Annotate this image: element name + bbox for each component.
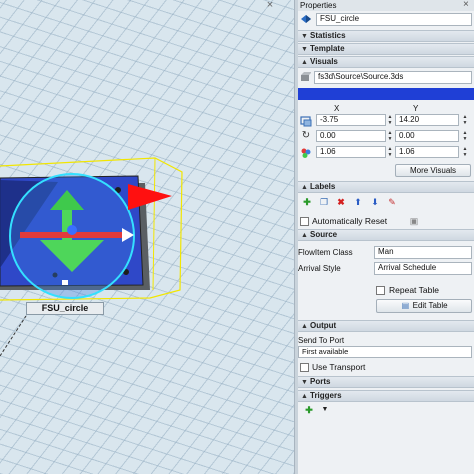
add-label-icon[interactable]: ✚ bbox=[302, 197, 312, 207]
auto-reset-label: Automatically Reset bbox=[312, 216, 388, 226]
size-icon bbox=[300, 147, 312, 159]
table-icon: ▤ bbox=[401, 301, 410, 310]
repeat-table-checkbox[interactable] bbox=[376, 286, 385, 295]
collapse-icon: ▲ bbox=[301, 184, 308, 191]
rotation-y-field[interactable]: 0.00 bbox=[395, 130, 459, 142]
column-x-header: X bbox=[334, 104, 340, 113]
collapse-icon: ▲ bbox=[301, 393, 308, 400]
close-icon[interactable]: × bbox=[463, 0, 469, 10]
section-statistics-header[interactable]: ▼ Statistics bbox=[298, 30, 474, 42]
object-icon bbox=[300, 14, 312, 24]
section-template-header[interactable]: ▼ Template bbox=[298, 43, 474, 55]
repeat-table-label: Repeat Table bbox=[389, 285, 439, 295]
use-transport-checkbox[interactable] bbox=[300, 363, 309, 372]
rotation-x-spinner[interactable]: ▲ ▼ bbox=[387, 130, 393, 142]
color-bar[interactable] bbox=[298, 88, 474, 100]
3d-viewport[interactable]: × FSU_circle bbox=[0, 0, 294, 474]
size-x-spinner[interactable]: ▲ ▼ bbox=[387, 146, 393, 158]
section-statistics-label: Statistics bbox=[310, 31, 346, 40]
object-label: FSU_circle bbox=[26, 302, 104, 315]
arrival-style-label: Arrival Style bbox=[298, 264, 341, 273]
port-marker bbox=[62, 280, 68, 285]
section-visuals-label: Visuals bbox=[310, 57, 338, 66]
size-y-field[interactable]: 1.06 bbox=[395, 146, 459, 158]
viewport-scene[interactable] bbox=[0, 0, 294, 474]
flowitem-class-label: FlowItem Class bbox=[298, 248, 353, 257]
use-transport-label: Use Transport bbox=[312, 362, 366, 372]
expand-icon: ▼ bbox=[301, 46, 308, 53]
position-y-field[interactable]: 14.20 bbox=[395, 114, 459, 126]
collapse-icon: ▲ bbox=[301, 232, 308, 239]
collapse-icon: ▲ bbox=[301, 323, 308, 330]
size-y-spinner[interactable]: ▲ ▼ bbox=[462, 146, 468, 158]
section-output-header[interactable]: ▲ Output bbox=[298, 320, 474, 332]
send-to-port-field[interactable]: First available bbox=[298, 346, 472, 358]
section-template-label: Template bbox=[310, 44, 345, 53]
arrival-style-select[interactable]: Arrival Schedule bbox=[374, 262, 472, 275]
rotation-x-field[interactable]: 0.00 bbox=[316, 130, 386, 142]
section-visuals-header[interactable]: ▲ Visuals bbox=[298, 56, 474, 68]
auto-reset-checkbox[interactable] bbox=[300, 217, 309, 226]
selection-box-edge bbox=[152, 157, 156, 291]
section-labels-label: Labels bbox=[310, 182, 336, 191]
edit-table-button[interactable]: ▤ Edit Table bbox=[376, 299, 472, 313]
section-ports-label: Ports bbox=[310, 377, 331, 386]
shape-path-field[interactable]: fs3d\Source\Source.3ds bbox=[314, 71, 472, 84]
add-trigger-icon[interactable]: ✚ bbox=[304, 405, 314, 415]
send-to-port-label: Send To Port bbox=[298, 336, 345, 345]
column-y-header: Y bbox=[413, 104, 419, 113]
rotation-icon: ↻ bbox=[301, 130, 311, 141]
pin-icon[interactable]: ✎ bbox=[387, 197, 397, 207]
save-icon[interactable]: ▣ bbox=[408, 216, 420, 226]
copy-label-icon[interactable]: ❐ bbox=[319, 197, 329, 207]
section-source-label: Source bbox=[310, 230, 338, 239]
panel-title: Properties bbox=[300, 1, 337, 10]
expand-icon: ▼ bbox=[301, 33, 308, 40]
connector-line bbox=[0, 315, 27, 357]
shape-icon bbox=[300, 72, 312, 82]
delete-label-icon[interactable]: ✖ bbox=[336, 197, 346, 207]
position-icon bbox=[300, 115, 312, 127]
position-y-spinner[interactable]: ▲ ▼ bbox=[462, 114, 468, 126]
rotation-y-spinner[interactable]: ▲ ▼ bbox=[462, 130, 468, 142]
properties-panel: Properties × FSU_circle ▼ Statistics ▼ Tem… bbox=[298, 0, 474, 474]
section-labels-header[interactable]: ▲ Labels bbox=[298, 181, 474, 193]
collapse-icon: ▲ bbox=[301, 59, 308, 66]
edit-table-label: Edit Table bbox=[412, 301, 448, 310]
chevron-down-icon[interactable]: ▼ bbox=[320, 405, 330, 415]
section-triggers-label: Triggers bbox=[310, 391, 342, 400]
size-x-field[interactable]: 1.06 bbox=[316, 146, 386, 158]
position-x-field[interactable]: -3.75 bbox=[316, 114, 386, 126]
section-triggers-header[interactable]: ▲ Triggers bbox=[298, 390, 474, 402]
section-source-header[interactable]: ▲ Source bbox=[298, 229, 474, 241]
move-up-icon[interactable]: ⬆ bbox=[353, 197, 363, 207]
object-name-field[interactable]: FSU_circle bbox=[316, 13, 472, 26]
position-x-spinner[interactable]: ▲ ▼ bbox=[387, 114, 393, 126]
gizmo-center[interactable] bbox=[67, 225, 77, 235]
more-visuals-button[interactable]: More Visuals bbox=[395, 164, 471, 177]
expand-icon: ▼ bbox=[301, 379, 308, 386]
flowitem-class-select[interactable]: Man bbox=[374, 246, 472, 259]
section-ports-header[interactable]: ▼ Ports bbox=[298, 376, 474, 388]
close-icon[interactable]: × bbox=[264, 0, 276, 12]
section-output-label: Output bbox=[310, 321, 337, 330]
move-down-icon[interactable]: ⬇ bbox=[370, 197, 380, 207]
source-direction-arrow[interactable] bbox=[128, 184, 172, 210]
